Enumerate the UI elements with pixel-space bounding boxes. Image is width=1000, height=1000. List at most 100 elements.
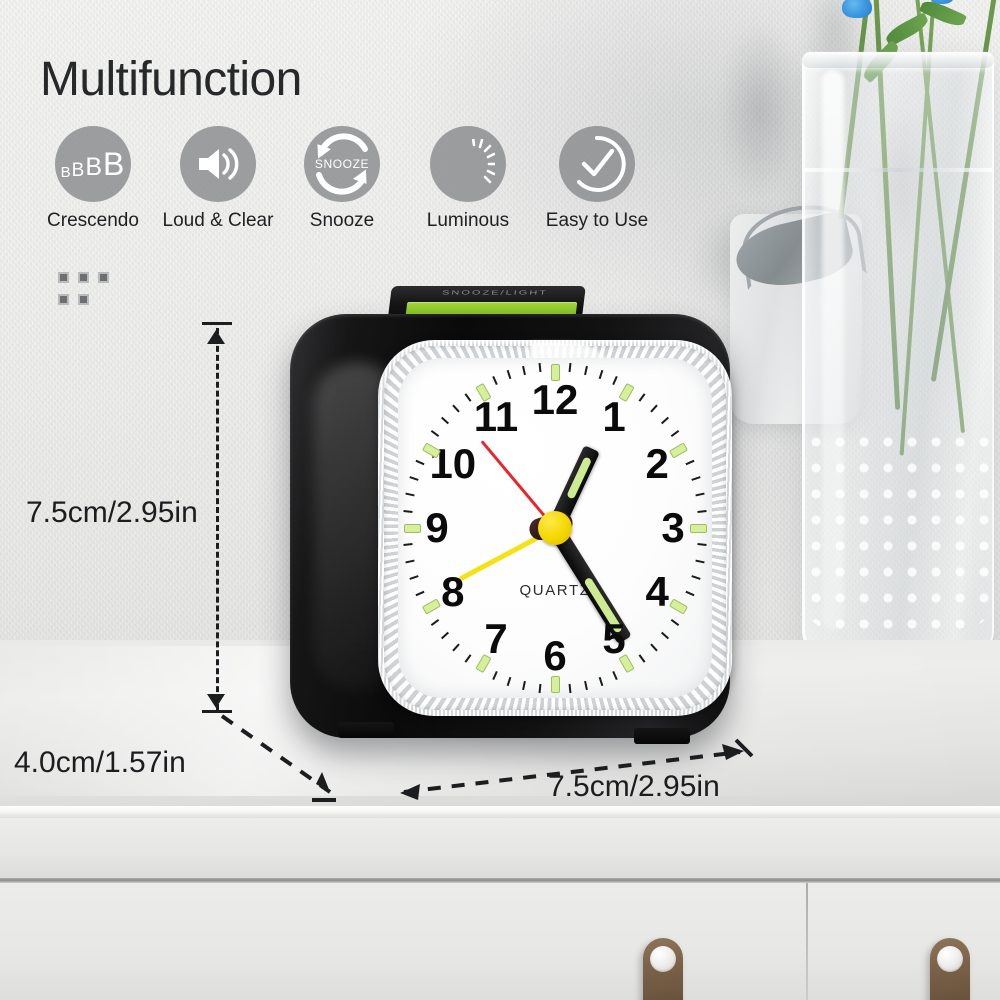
minute-tick	[538, 363, 541, 373]
minute-tick	[695, 492, 705, 497]
alarm-clock: SNOOZE/LIGHT QUARTZ 1 2 3 4 5 6 7 8 9 10 11 12	[282, 286, 744, 778]
feature-label: Snooze	[309, 210, 375, 231]
dial-numeral: 11	[473, 393, 519, 441]
drawer-fronts	[0, 883, 1000, 1000]
glass-vase	[788, 0, 1000, 700]
dial-brand-text: QUARTZ	[519, 582, 591, 599]
clock-foot	[634, 728, 690, 744]
height-dimension-label: 7.5cm/2.95in	[26, 496, 198, 529]
dial-numeral: 2	[645, 440, 669, 487]
minute-tick	[697, 509, 707, 513]
minute-tick	[569, 683, 572, 693]
moon-sun-icon	[430, 126, 506, 202]
minute-tick	[697, 543, 707, 547]
minute-tick	[583, 680, 588, 691]
minute-tick	[522, 680, 527, 691]
hour-lume-marker	[669, 597, 689, 615]
feature-luminous: Luminous	[403, 126, 533, 232]
decorative-dot-grid	[58, 272, 110, 314]
dial-numeral: 12	[531, 376, 579, 423]
feature-snooze: SNOOZE Snooze	[277, 126, 407, 232]
minute-tick	[638, 393, 646, 402]
depth-dimension-label: 4.0cm/1.57in	[14, 746, 186, 779]
minute-tick	[612, 376, 618, 386]
minute-tick	[464, 654, 472, 663]
feature-label: Crescendo	[47, 210, 139, 231]
height-cap-bottom	[202, 710, 232, 713]
minute-tick	[522, 365, 527, 376]
feature-loud-clear: Loud & Clear	[153, 126, 283, 232]
drawer-pull-left[interactable]	[643, 938, 683, 1000]
drawer-pull-right[interactable]	[930, 938, 970, 1000]
blue-flower	[842, 0, 872, 18]
feature-label: Luminous	[426, 210, 510, 231]
vase-rim	[802, 52, 994, 68]
feature-easy-to-use: Easy to Use	[532, 126, 662, 232]
minute-tick	[506, 676, 512, 686]
dial-numeral: 9	[425, 504, 449, 551]
dial-numeral: 6	[543, 632, 567, 679]
minute-tick	[431, 619, 440, 627]
dial-numeral: 4	[645, 568, 669, 615]
hand-hub	[538, 511, 572, 545]
hour-lume-marker	[550, 363, 560, 381]
minute-tick	[670, 619, 679, 627]
dial-numeral: 1	[602, 393, 626, 441]
knob-icon	[937, 946, 963, 972]
minute-tick	[405, 492, 415, 497]
feature-crescendo: BBBB Crescendo	[28, 126, 158, 232]
minute-tick	[403, 543, 413, 547]
product-scene: Multifunction BBBB Crescendo Loud & Clea…	[0, 0, 1000, 1000]
minute-tick	[440, 416, 450, 425]
minute-tick	[569, 363, 572, 373]
minute-tick	[506, 370, 512, 380]
minute-tick	[691, 475, 701, 481]
minute-tick	[650, 643, 658, 652]
minute-tick	[670, 429, 679, 437]
knob-icon	[650, 946, 676, 972]
minute-tick	[492, 376, 498, 386]
height-arrow-top	[207, 330, 225, 344]
lace-doily	[804, 430, 992, 630]
table-front-edge	[0, 806, 1000, 818]
width-dimension-label: 7.5cm/2.95in	[548, 770, 720, 803]
clock-foot	[338, 722, 394, 738]
hour-lume-marker	[669, 441, 689, 459]
minute-tick	[685, 459, 695, 466]
minute-tick	[464, 393, 472, 402]
minute-tick	[409, 575, 419, 581]
minute-tick	[415, 459, 425, 466]
hour-lume-marker	[421, 597, 441, 615]
crescendo-bbbb-icon: BBBB	[55, 126, 131, 202]
hour-lume-marker	[403, 523, 421, 533]
minute-tick	[452, 643, 460, 652]
minute-tick	[660, 631, 669, 640]
minute-tick	[405, 559, 415, 564]
minute-tick	[583, 365, 588, 376]
dial-numeral: 8	[441, 568, 465, 615]
minute-tick	[691, 575, 701, 581]
minute-tick	[538, 683, 541, 693]
minute-tick	[598, 676, 604, 686]
minute-tick	[638, 654, 646, 663]
minute-tick	[431, 429, 440, 437]
page-title: Multifunction	[40, 53, 302, 106]
minute-tick	[660, 416, 669, 425]
height-cap-top	[202, 322, 232, 325]
minute-tick	[685, 590, 695, 597]
speaker-icon	[180, 126, 256, 202]
drawer-seam	[806, 883, 808, 1000]
hour-lume-marker	[550, 675, 560, 693]
feature-label: Loud & Clear	[162, 210, 274, 231]
minute-tick	[409, 475, 419, 481]
minute-tick	[415, 590, 425, 597]
minute-tick	[403, 509, 413, 513]
hour-lume-marker	[475, 653, 492, 673]
minute-tick	[452, 404, 460, 413]
minute-tick	[612, 670, 618, 680]
minute-tick	[598, 370, 604, 380]
minute-tick	[492, 670, 498, 680]
dial-numeral: 7	[484, 614, 508, 662]
snooze-light-button-label: SNOOZE/LIGHT	[441, 289, 549, 297]
minute-tick	[650, 404, 658, 413]
